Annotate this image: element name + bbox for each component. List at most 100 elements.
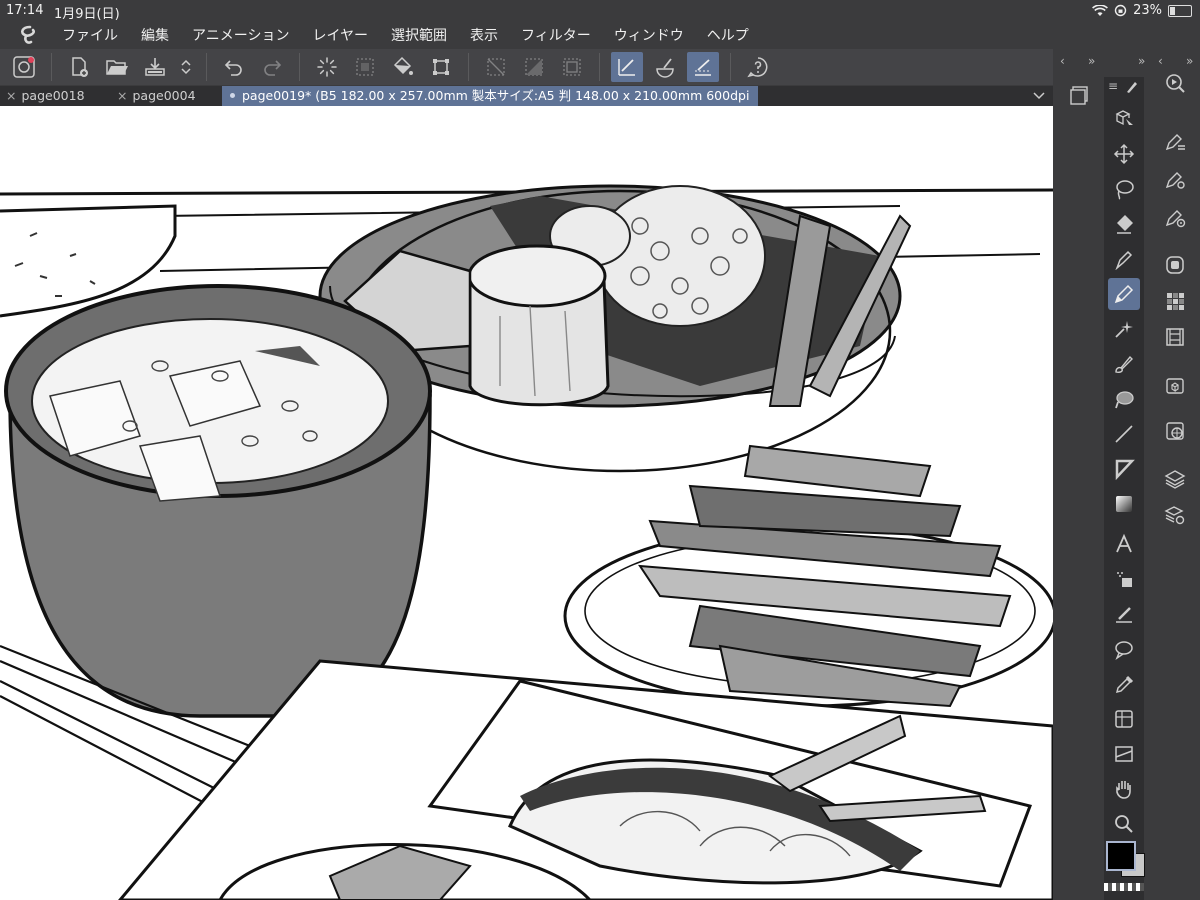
tab-page0019[interactable]: page0019* (B5 182.00 x 257.00mm 製本サイズ:A5… <box>222 86 758 123</box>
grid-snap-button[interactable] <box>687 52 719 82</box>
menu-selection[interactable]: 選択範囲 <box>391 25 447 45</box>
deselect-button[interactable] <box>480 52 512 82</box>
navigator-button[interactable] <box>1162 70 1188 96</box>
tool-text[interactable] <box>1108 528 1140 560</box>
tool-frame-border[interactable] <box>1108 598 1140 630</box>
lasso-icon <box>1116 180 1134 200</box>
tool-operation[interactable] <box>1108 103 1140 135</box>
eyedropper-icon <box>1115 675 1134 694</box>
tool-brush[interactable] <box>1108 348 1140 380</box>
collapse-left-icon[interactable]: ‹ <box>1158 54 1163 68</box>
special-ruler-snap-button[interactable] <box>649 52 681 82</box>
menu-bar: ファイル 編集 アニメーション レイヤー 選択範囲 表示 フィルター ウィンドウ… <box>0 22 1200 48</box>
sub-tool-detail-button[interactable] <box>1162 204 1188 230</box>
tool-balloon[interactable] <box>1108 633 1140 665</box>
help-button[interactable] <box>742 52 774 82</box>
globe-layer-icon <box>1166 422 1184 440</box>
tool-ruler[interactable] <box>1108 738 1140 770</box>
clear-outside-selection-button[interactable] <box>349 52 381 82</box>
brush-icon <box>1115 355 1133 373</box>
pen-target-icon <box>1165 210 1186 228</box>
close-icon[interactable]: × <box>6 88 16 103</box>
material-cube-icon <box>1166 378 1184 394</box>
expand-right-icon[interactable]: » <box>1088 54 1095 68</box>
tool-airbrush[interactable] <box>1108 313 1140 345</box>
save-options-button[interactable] <box>177 52 195 82</box>
close-icon[interactable]: × <box>117 88 127 103</box>
transform-button[interactable] <box>425 52 457 82</box>
tool-property-button[interactable] <box>1162 128 1188 154</box>
invert-selection-button[interactable] <box>518 52 550 82</box>
tool-line[interactable] <box>1108 418 1140 450</box>
move-icon <box>1113 143 1135 165</box>
chevron-up-down-icon <box>181 59 191 75</box>
layer-button[interactable] <box>1162 466 1188 492</box>
tool-pen[interactable] <box>1108 243 1140 275</box>
tool-eraser[interactable] <box>1108 208 1140 240</box>
menu-filter[interactable]: フィルター <box>521 25 591 45</box>
tool-figure[interactable] <box>1108 453 1140 485</box>
nib-pen-icon <box>1115 250 1133 270</box>
tool-move[interactable] <box>1108 138 1140 170</box>
collapse-panel-icon[interactable]: » <box>1138 54 1145 68</box>
transparent-color-swatch[interactable] <box>1104 883 1144 891</box>
tool-lasso[interactable] <box>1108 173 1140 205</box>
tool-tone[interactable] <box>1108 563 1140 595</box>
ruler-snap-button[interactable] <box>611 52 643 82</box>
main-color-swatch[interactable] <box>1106 841 1136 871</box>
brush-size-button[interactable] <box>1162 166 1188 192</box>
tool-eyedropper[interactable] <box>1108 668 1140 700</box>
clip-studio-button[interactable] <box>8 52 40 82</box>
grid-snap-icon <box>695 59 711 76</box>
document-tab-bar: × page0018 × page0004 page0019* (B5 182.00… <box>0 86 1055 123</box>
menu-animation[interactable]: アニメーション <box>192 25 289 45</box>
expand-right-icon[interactable]: » <box>1186 54 1193 68</box>
new-file-button[interactable] <box>63 52 95 82</box>
selection-border-icon <box>563 58 581 76</box>
clip-studio-logo-icon[interactable] <box>16 24 44 46</box>
color-wheel-button[interactable] <box>1162 252 1188 278</box>
tool-menu-icon[interactable]: ≡ <box>1108 79 1118 93</box>
menu-help[interactable]: ヘルプ <box>707 25 749 45</box>
save-button[interactable] <box>139 52 171 82</box>
redo-button[interactable] <box>256 52 288 82</box>
material-button[interactable] <box>1162 372 1188 398</box>
tool-zoom[interactable] <box>1108 808 1140 840</box>
canvas[interactable] <box>0 106 1053 900</box>
menu-view[interactable]: 表示 <box>470 25 498 45</box>
undo-button[interactable] <box>218 52 250 82</box>
tool-hand[interactable] <box>1108 773 1140 805</box>
redo-icon <box>264 60 282 76</box>
transform-icon <box>433 59 449 75</box>
layer-property-button[interactable] <box>1162 418 1188 444</box>
layer-search-button[interactable] <box>1162 502 1188 528</box>
tool-blend[interactable] <box>1108 383 1140 415</box>
menu-layer[interactable]: レイヤー <box>312 25 368 45</box>
special-ruler-icon <box>656 58 674 78</box>
animation-button[interactable] <box>1162 324 1188 350</box>
menu-edit[interactable]: 編集 <box>141 25 169 45</box>
tab-page0018[interactable]: × page0018 <box>0 86 110 106</box>
selection-border-button[interactable] <box>556 52 588 82</box>
color-set-button[interactable] <box>1162 288 1188 314</box>
help-icon <box>747 57 768 78</box>
frame-pen-icon <box>1116 607 1132 623</box>
eraser-icon <box>1117 215 1133 234</box>
gradient-icon <box>1116 496 1132 512</box>
sub-tool-panel-button[interactable] <box>1066 82 1092 108</box>
fill-button[interactable] <box>387 52 419 82</box>
tool-palette: ≡ <box>1104 77 1145 900</box>
menu-window[interactable]: ウィンドウ <box>614 25 684 45</box>
open-file-button[interactable] <box>101 52 133 82</box>
tool-gradient[interactable] <box>1108 488 1140 520</box>
pen-tab-icon[interactable] <box>1124 79 1140 95</box>
sparkle-icon <box>1115 321 1133 338</box>
clear-button[interactable] <box>311 52 343 82</box>
chevron-down-icon[interactable] <box>1031 87 1047 103</box>
collapse-left-icon[interactable]: ‹ <box>1060 54 1065 68</box>
menu-file[interactable]: ファイル <box>62 25 118 45</box>
tool-pencil[interactable] <box>1108 278 1140 310</box>
tab-page0004[interactable]: × page0004 <box>111 86 221 106</box>
battery-percent: 23% <box>1133 3 1162 18</box>
tool-perspective-ruler[interactable] <box>1108 703 1140 735</box>
